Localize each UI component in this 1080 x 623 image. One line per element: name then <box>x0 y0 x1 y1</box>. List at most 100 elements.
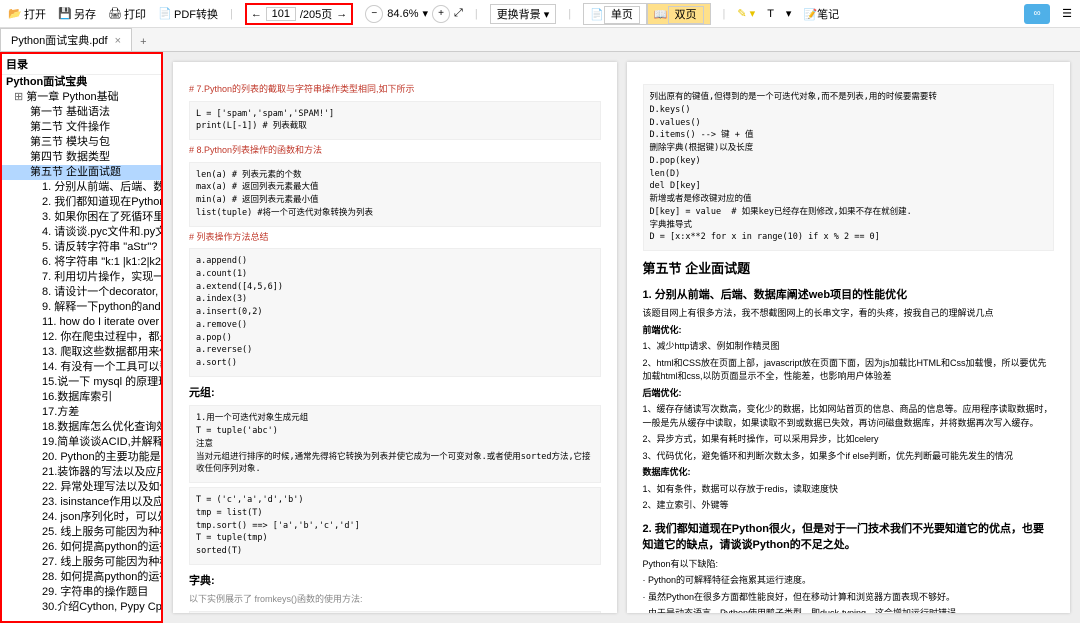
outline-item[interactable]: 12. 你在爬虫过程中，都是怎么 <box>6 330 157 345</box>
outline-item[interactable]: 19.简单谈谈ACID,并解释每一 <box>6 435 157 450</box>
outline-item[interactable]: 22. 异常处理写法以及如何主动 <box>6 480 157 495</box>
outline-item[interactable]: 14. 有没有一个工具可以帮助查 <box>6 360 157 375</box>
code-block: L = ['spam','spam','SPAM!'] print(L[-1])… <box>189 101 601 141</box>
print-icon: 🖨 <box>108 7 122 21</box>
subhead: 数据库优化: <box>643 467 691 477</box>
outline-item[interactable]: 17.方差 <box>6 405 157 420</box>
zoom-in-button[interactable]: + <box>432 5 450 23</box>
list-item: 2、异步方式，如果有耗时操作，可以采用异步，比如celery <box>643 433 1055 447</box>
prev-page-button[interactable]: ← <box>251 8 262 20</box>
chapter-heading: 第五节 企业面试题 <box>643 259 1055 279</box>
list-item: 3、代码优化，避免循环和判断次数太多，如果多个if else判断，优先判断最可能… <box>643 450 1055 464</box>
paragraph: Python有以下缺陷: <box>643 558 1055 572</box>
pdf-icon: 📄 <box>158 7 172 21</box>
outline-tree[interactable]: Python面试宝典 第一章 Python基础 第一节 基础语法 第二节 文件操… <box>2 75 161 615</box>
double-page-button[interactable]: 📖双页 <box>647 3 711 25</box>
paragraph: 该题目网上有很多方法，我不想截图网上的长串文字，看的头疼，按我自己的理解说几点 <box>643 307 1055 321</box>
outline-item[interactable]: 9. 解释一下python的and-or <box>6 300 157 315</box>
outline-sidebar: 目录 Python面试宝典 第一章 Python基础 第一节 基础语法 第二节 … <box>0 52 163 623</box>
code-comment: # 列表操作方法总结 <box>189 231 601 245</box>
section-heading: 字典: <box>189 573 601 590</box>
background-dropdown[interactable]: 更换背景 ▾ <box>490 4 557 24</box>
folder-icon: 📂 <box>8 7 22 21</box>
outline-item[interactable]: 13. 爬取这些数据都用来做什么 <box>6 345 157 360</box>
outline-item[interactable]: 25. 线上服务可能因为种种原因 <box>6 525 157 540</box>
list-item: 2、html和CSS放在页面上部，javascript放在页面下面，因为js加载… <box>643 357 1055 384</box>
section-heading: 元组: <box>189 385 601 402</box>
toolbar: 📂打开 💾另存 🖨打印 📄PDF转换 | ← /205页 → − 84.6%▾ … <box>0 0 1080 28</box>
total-pages: /205页 <box>300 6 332 22</box>
outline-item[interactable]: 30.介绍Cython, Pypy Cpytho <box>6 600 157 615</box>
close-icon[interactable]: × <box>115 35 121 47</box>
outline-item[interactable]: 29. 字符串的操作题目 <box>6 585 157 600</box>
outline-item[interactable]: 6. 将字符串 "k:1 |k1:2|k2:3|k3 <box>6 255 157 270</box>
outline-item[interactable]: 1. 分别从前端、后端、数据库 <box>6 180 157 195</box>
zoom-out-button[interactable]: − <box>365 5 383 23</box>
highlight-tool[interactable]: ✎ ▾ <box>737 7 755 20</box>
code-comment: # 7.Python的列表的截取与字符串操作类型相同,如下所示 <box>189 83 601 97</box>
text-tool[interactable]: T <box>767 8 774 20</box>
outline-item[interactable]: 2. 我们都知道现在Python很火 <box>6 195 157 210</box>
document-viewport[interactable]: # 7.Python的列表的截取与字符串操作类型相同,如下所示 L = ['sp… <box>163 52 1080 623</box>
fit-button[interactable]: ⤢ <box>454 7 463 20</box>
outline-section-active[interactable]: 第五节 企业面试题 <box>2 165 161 180</box>
saveas-button[interactable]: 💾另存 <box>58 6 96 22</box>
code-block: T = ('c','a','d','b') tmp = list(T) tmp.… <box>189 487 601 565</box>
paragraph: 以下实例展示了 fromkeys()函数的使用方法: <box>189 593 601 607</box>
cloud-sync-icon[interactable]: ∞ <box>1024 4 1050 24</box>
page-nav: ← /205页 → <box>245 3 353 25</box>
outline-chapter[interactable]: 第一章 Python基础 <box>2 90 161 105</box>
note-tool[interactable]: 📝笔记 <box>803 6 839 22</box>
outline-item[interactable]: 20. Python的主要功能是什么? <box>6 450 157 465</box>
subhead: 后端优化: <box>643 388 682 398</box>
list-item: · 虽然Python在很多方面都性能良好，但在移动计算和浏览器方面表现不够好。 <box>643 591 1055 605</box>
page-right: 列出原有的键值,但得到的是一个可迭代对象,而不是列表,用的时候要需要转 D.ke… <box>627 62 1071 613</box>
next-page-button[interactable]: → <box>336 8 347 20</box>
subhead: 前端优化: <box>643 325 682 335</box>
new-tab-button[interactable]: + <box>132 33 154 51</box>
outline-item[interactable]: 28. 如何提高python的运行效率 <box>6 570 157 585</box>
list-item: 1、缓存存储读写次数高，变化少的数据，比如网站首页的信息、商品的信息等。应用程序… <box>643 403 1055 430</box>
outline-section[interactable]: 第三节 模块与包 <box>2 135 161 150</box>
outline-section[interactable]: 第一节 基础语法 <box>2 105 161 120</box>
outline-item[interactable]: 4. 请谈谈.pyc文件和.py文件的 <box>6 225 157 240</box>
code-block: a.append() a.count(1) a.extend([4,5,6]) … <box>189 248 601 377</box>
outline-root[interactable]: Python面试宝典 <box>2 75 161 90</box>
question-heading: 2. 我们都知道现在Python很火，但是对于一门技术我们不光要知道它的优点，也… <box>643 521 1055 554</box>
outline-item[interactable]: 8. 请设计一个decorator, 它可 <box>6 285 157 300</box>
open-button[interactable]: 📂打开 <box>8 6 46 22</box>
code-block: 列出原有的键值,但得到的是一个可迭代对象,而不是列表,用的时候要需要转 D.ke… <box>643 84 1055 251</box>
tab-bar: Python面试宝典.pdf × + <box>0 28 1080 52</box>
list-item: 1、减少http请求、例如制作精灵图 <box>643 340 1055 354</box>
list-item: · Python的可解释特征会拖累其运行速度。 <box>643 574 1055 588</box>
outline-section[interactable]: 第四节 数据类型 <box>2 150 161 165</box>
outline-item[interactable]: 24. json序列化时，可以处理的 <box>6 510 157 525</box>
save-icon: 💾 <box>58 7 72 21</box>
outline-item[interactable]: 7. 利用切片操作，实现一个trim <box>6 270 157 285</box>
code-block: 1.用一个可迭代对象生成元组 T = tuple('abc') 注意 当对元组进… <box>189 405 601 483</box>
outline-item[interactable]: 18.数据库怎么优化查询效率? <box>6 420 157 435</box>
outline-item[interactable]: 27. 线上服务可能因为种种原因 <box>6 555 157 570</box>
outline-item[interactable]: 15.说一下 mysql 的原理理? <box>6 375 157 390</box>
list-item: 2、建立索引、外键等 <box>643 499 1055 513</box>
code-comment: # 8.Python列表操作的函数和方法 <box>189 144 601 158</box>
menu-icon[interactable]: ☰ <box>1062 7 1072 20</box>
outline-item[interactable]: 21.装饰器的写法以及应用场景 <box>6 465 157 480</box>
outline-item[interactable]: 23. isinstance作用以及应用场 <box>6 495 157 510</box>
page-left: # 7.Python的列表的截取与字符串操作类型相同,如下所示 L = ['sp… <box>173 62 617 613</box>
sidebar-title: 目录 <box>2 54 161 75</box>
outline-section[interactable]: 第二节 文件操作 <box>2 120 161 135</box>
list-item: · 由于是动态语言，Python使用鸭子类型，即duck-typing，这会增加… <box>643 607 1055 613</box>
pdf-convert-button[interactable]: 📄PDF转换 <box>158 6 218 22</box>
single-page-button[interactable]: 📄单页 <box>583 3 647 25</box>
page-input[interactable] <box>266 7 296 21</box>
tab-document[interactable]: Python面试宝典.pdf × <box>0 28 132 51</box>
print-button[interactable]: 🖨打印 <box>108 6 146 22</box>
code-block: 实例(Python 2.0+) #!/usr/bin/python # -*- … <box>189 611 601 613</box>
outline-item[interactable]: 5. 请反转字符串 "aStr"? <box>6 240 157 255</box>
outline-item[interactable]: 26. 如何提高python的运行效率 <box>6 540 157 555</box>
question-heading: 1. 分别从前端、后端、数据库阐述web项目的性能优化 <box>643 287 1055 304</box>
outline-item[interactable]: 16.数据库索引 <box>6 390 157 405</box>
outline-item[interactable]: 11. how do I iterate over a s <box>6 315 157 330</box>
outline-item[interactable]: 3. 如果你困在了死循环里，怎 <box>6 210 157 225</box>
